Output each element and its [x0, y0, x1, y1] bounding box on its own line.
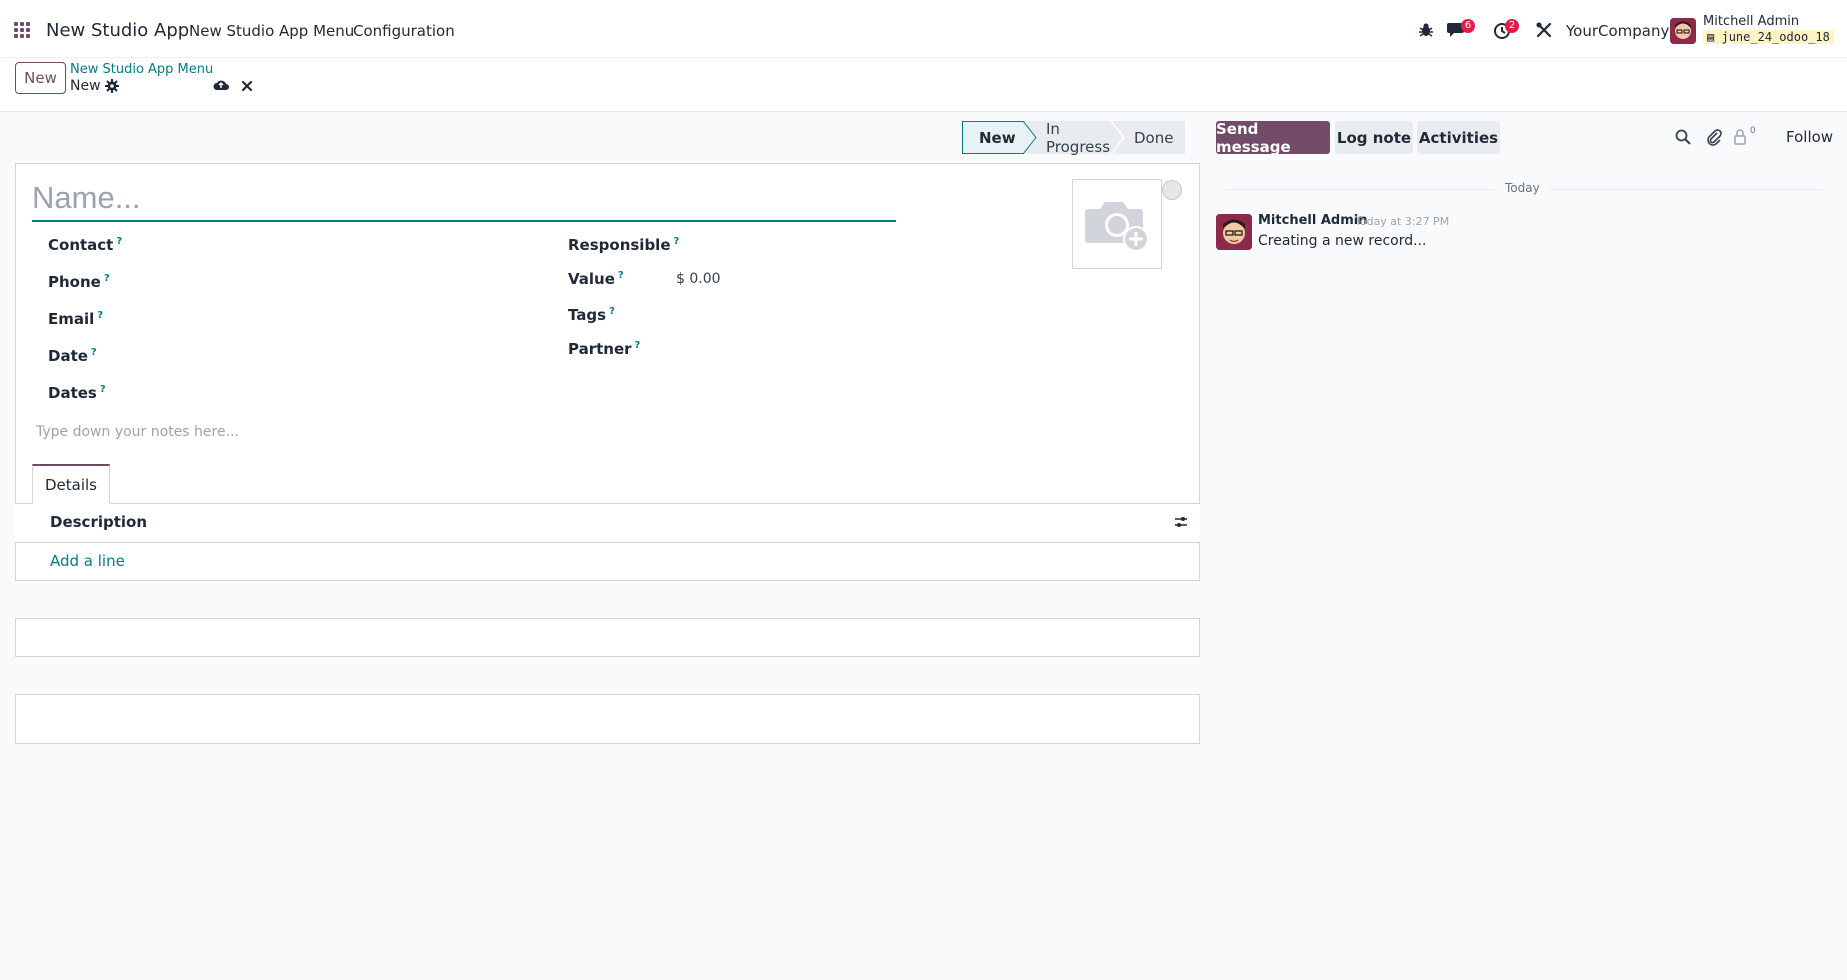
menu-new-studio-app-menu[interactable]: New Studio App Menu: [189, 22, 354, 40]
field-label-text: Responsible: [568, 236, 671, 254]
database-icon: ▤: [1707, 30, 1715, 44]
message-author-avatar[interactable]: [1216, 214, 1252, 250]
breadcrumb-parent[interactable]: New Studio App Menu: [70, 62, 213, 77]
date-separator: Today: [1495, 181, 1550, 195]
stage-new[interactable]: New: [962, 121, 1024, 154]
field-label-text: Dates: [48, 384, 97, 402]
field-label-email: Email?: [48, 310, 103, 328]
help-tooltip-icon[interactable]: ?: [104, 273, 110, 284]
field-label-dates: Dates?: [48, 384, 106, 402]
table-row: [15, 581, 1200, 619]
log-note-button[interactable]: Log note: [1335, 121, 1413, 154]
optional-columns-icon[interactable]: [1173, 514, 1189, 530]
field-label-responsible: Responsible?: [568, 236, 679, 254]
send-message-button[interactable]: Send message: [1216, 120, 1330, 156]
help-tooltip-icon[interactable]: ?: [609, 306, 615, 317]
name-input[interactable]: [32, 176, 896, 222]
activities-badge: 2: [1505, 19, 1519, 33]
field-label-text: Phone: [48, 273, 101, 291]
field-label-phone: Phone?: [48, 273, 110, 291]
new-record-button[interactable]: New: [15, 62, 66, 94]
activities-button[interactable]: Activities: [1417, 121, 1500, 154]
value-field[interactable]: $ 0.00: [676, 271, 721, 287]
message-author[interactable]: Mitchell Admin: [1258, 213, 1367, 228]
message-body: Creating a new record...: [1258, 233, 1427, 249]
field-label-text: Partner: [568, 340, 632, 358]
control-panel: [0, 58, 1847, 112]
status-bar: New In Progress Done: [962, 120, 1185, 156]
messages-badge: 6: [1461, 19, 1475, 33]
user-name[interactable]: Mitchell Admin: [1703, 14, 1799, 29]
column-header-description[interactable]: Description: [50, 513, 147, 531]
add-line-link[interactable]: Add a line: [50, 552, 125, 570]
followers-count: 0: [1750, 126, 1756, 136]
stage-arrow-2: [1111, 121, 1125, 154]
help-tooltip-icon[interactable]: ?: [635, 340, 641, 351]
gear-icon[interactable]: [105, 79, 119, 93]
field-label-text: Value: [568, 270, 615, 288]
database-badge: ▤ june_24_odoo_18: [1703, 30, 1834, 44]
field-label-text: Tags: [568, 306, 607, 324]
field-label-value: Value?: [568, 270, 624, 288]
tab-details[interactable]: Details: [32, 464, 110, 504]
help-tooltip-icon[interactable]: ?: [674, 236, 680, 247]
app-menu-grid-icon[interactable]: [14, 22, 30, 38]
help-tooltip-icon[interactable]: ?: [618, 270, 624, 281]
table-row: [15, 657, 1200, 695]
camera-add-icon: [1085, 202, 1149, 252]
database-name: june_24_odoo_18: [1721, 30, 1830, 44]
image-upload[interactable]: [1072, 179, 1162, 269]
search-icon[interactable]: [1674, 128, 1692, 146]
help-tooltip-icon[interactable]: ?: [97, 310, 103, 321]
field-label-text: Date: [48, 347, 88, 365]
debug-bug-icon[interactable]: [1417, 21, 1435, 39]
breadcrumb-current: New: [70, 78, 101, 94]
notes-field[interactable]: Type down your notes here...: [36, 424, 239, 440]
menu-configuration[interactable]: Configuration: [353, 22, 455, 40]
field-label-tags: Tags?: [568, 306, 615, 324]
company-switcher[interactable]: YourCompany: [1566, 22, 1669, 40]
discard-close-icon[interactable]: [240, 79, 254, 93]
user-avatar[interactable]: [1670, 18, 1696, 44]
table-row: [15, 543, 1200, 581]
save-cloud-icon[interactable]: [213, 78, 229, 92]
message-timestamp: Today at 3:27 PM: [1355, 215, 1450, 228]
stage-arrow: [1023, 121, 1037, 154]
stage-in-progress[interactable]: In Progress: [1024, 120, 1112, 156]
field-label-date: Date?: [48, 347, 97, 365]
help-tooltip-icon[interactable]: ?: [91, 347, 97, 358]
priority-toggle[interactable]: [1162, 180, 1182, 200]
attachment-paperclip-icon[interactable]: [1705, 128, 1723, 146]
studio-tools-icon[interactable]: [1534, 20, 1554, 40]
field-label-partner: Partner?: [568, 340, 640, 358]
field-label-text: Contact: [48, 236, 114, 254]
help-tooltip-icon[interactable]: ?: [116, 236, 122, 247]
field-label-text: Email: [48, 310, 95, 328]
follow-button[interactable]: Follow: [1786, 128, 1833, 146]
help-tooltip-icon[interactable]: ?: [100, 384, 106, 395]
field-label-contact: Contact?: [48, 236, 122, 254]
table-header: [15, 504, 1200, 543]
followers-lock-icon[interactable]: [1732, 128, 1750, 146]
app-title[interactable]: New Studio App: [46, 20, 189, 41]
table-row: [15, 619, 1200, 657]
